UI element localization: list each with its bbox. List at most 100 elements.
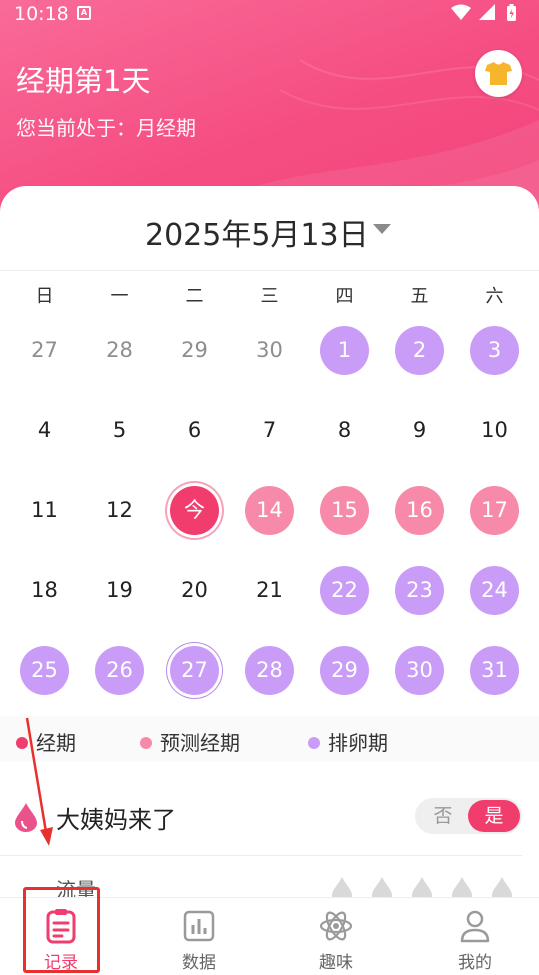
calendar-day[interactable]: 29	[157, 316, 232, 396]
day-number[interactable]: 22	[320, 566, 369, 615]
day-number[interactable]: 28	[95, 326, 144, 375]
calendar-day[interactable]: 27	[157, 636, 232, 716]
calendar-day[interactable]: 15	[307, 476, 382, 556]
day-number[interactable]: 27	[170, 646, 219, 695]
legend-dot	[308, 737, 320, 749]
calendar-day[interactable]: 26	[82, 636, 157, 716]
tab-mine[interactable]: 我的	[408, 898, 539, 975]
calendar-day[interactable]: 28	[82, 316, 157, 396]
weekday-label: 四	[335, 286, 354, 307]
day-number[interactable]: 18	[20, 566, 69, 615]
day-number[interactable]: 21	[245, 566, 294, 615]
notification-app-icon: A	[77, 6, 91, 20]
day-number[interactable]: 6	[170, 406, 219, 455]
legend-item-predicted: 预测经期	[140, 727, 240, 756]
cycle-day-title: 经期第1天	[16, 64, 151, 98]
calendar-day[interactable]: 23	[382, 556, 457, 636]
calendar-day[interactable]: 10	[457, 396, 532, 476]
day-number[interactable]: 31	[470, 646, 519, 695]
calendar-day[interactable]: 31	[457, 636, 532, 716]
toggle-no-option[interactable]: 否	[415, 798, 471, 834]
tab-fun[interactable]: 趣味	[269, 898, 403, 975]
calendar-day[interactable]: 2	[382, 316, 457, 396]
divider	[0, 855, 522, 856]
period-start-label: 大姨妈来了	[56, 806, 176, 834]
current-date[interactable]: 2025年5月13日	[145, 210, 369, 254]
calendar-day[interactable]: 8	[307, 396, 382, 476]
tab-data[interactable]: 数据	[132, 898, 266, 975]
period-start-toggle[interactable]: 否 是	[415, 798, 522, 834]
skin-button[interactable]	[475, 50, 522, 97]
calendar-day[interactable]: 5	[82, 396, 157, 476]
calendar-day[interactable]: 18	[7, 556, 82, 636]
calendar-day[interactable]: 12	[82, 476, 157, 556]
day-number[interactable]: 27	[20, 326, 69, 375]
day-number[interactable]: 5	[95, 406, 144, 455]
date-picker[interactable]: 2025年5月13日	[0, 186, 539, 270]
day-number[interactable]: 30	[245, 326, 294, 375]
calendar-day[interactable]: 30	[232, 316, 307, 396]
calendar-day[interactable]: 3	[457, 316, 532, 396]
status-bar: 10:18 A	[0, 0, 539, 28]
day-number[interactable]: 29	[320, 646, 369, 695]
calendar-day[interactable]: 25	[7, 636, 82, 716]
toggle-yes-option[interactable]: 是	[468, 800, 520, 832]
tab-label: 我的	[458, 953, 492, 973]
calendar-day[interactable]: 30	[382, 636, 457, 716]
day-number[interactable]: 3	[470, 326, 519, 375]
calendar-day[interactable]: 22	[307, 556, 382, 636]
calendar-day[interactable]: 6	[157, 396, 232, 476]
day-number[interactable]: 23	[395, 566, 444, 615]
system-status-icons	[451, 4, 516, 21]
day-number[interactable]: 14	[245, 486, 294, 535]
day-number[interactable]: 9	[395, 406, 444, 455]
signal-icon	[479, 4, 495, 20]
day-number[interactable]: 20	[170, 566, 219, 615]
calendar-day[interactable]: 17	[457, 476, 532, 556]
day-number[interactable]: 19	[95, 566, 144, 615]
day-number[interactable]: 25	[20, 646, 69, 695]
calendar-day[interactable]: 7	[232, 396, 307, 476]
calendar-day[interactable]: 29	[307, 636, 382, 716]
today-marker[interactable]: 今	[170, 486, 219, 535]
calendar-day[interactable]: 11	[7, 476, 82, 556]
weekday-label: 日	[35, 286, 54, 307]
calendar-day[interactable]: 14	[232, 476, 307, 556]
weekday-label: 三	[260, 286, 279, 307]
calendar-day[interactable]: 21	[232, 556, 307, 636]
day-number[interactable]: 29	[170, 326, 219, 375]
chevron-down-icon[interactable]	[373, 224, 391, 234]
day-number[interactable]: 17	[470, 486, 519, 535]
day-number[interactable]: 28	[245, 646, 294, 695]
day-number[interactable]: 15	[320, 486, 369, 535]
calendar-day[interactable]: 1	[307, 316, 382, 396]
day-number[interactable]: 16	[395, 486, 444, 535]
period-start-row: 大姨妈来了 否 是	[0, 786, 539, 856]
day-number[interactable]: 11	[20, 486, 69, 535]
tab-label: 数据	[182, 953, 216, 973]
legend-item-ovulation: 排卵期	[308, 727, 388, 756]
day-number[interactable]: 7	[245, 406, 294, 455]
day-number[interactable]: 24	[470, 566, 519, 615]
day-number[interactable]: 30	[395, 646, 444, 695]
day-number[interactable]: 1	[320, 326, 369, 375]
annotation-highlight-box	[23, 887, 100, 973]
day-number[interactable]: 10	[470, 406, 519, 455]
calendar-day[interactable]: 4	[7, 396, 82, 476]
calendar-day[interactable]: 16	[382, 476, 457, 556]
day-number[interactable]: 8	[320, 406, 369, 455]
day-number[interactable]: 26	[95, 646, 144, 695]
calendar-day[interactable]: 今	[157, 476, 232, 556]
weekday-label: 二	[185, 286, 204, 307]
calendar-day[interactable]: 24	[457, 556, 532, 636]
calendar-day[interactable]: 9	[382, 396, 457, 476]
day-number[interactable]: 2	[395, 326, 444, 375]
calendar-day[interactable]: 19	[82, 556, 157, 636]
calendar-day[interactable]: 20	[157, 556, 232, 636]
legend-item-period: 经期	[16, 727, 76, 756]
day-number[interactable]: 12	[95, 486, 144, 535]
calendar-day[interactable]: 27	[7, 316, 82, 396]
legend-dot	[16, 737, 28, 749]
day-number[interactable]: 4	[20, 406, 69, 455]
calendar-day[interactable]: 28	[232, 636, 307, 716]
